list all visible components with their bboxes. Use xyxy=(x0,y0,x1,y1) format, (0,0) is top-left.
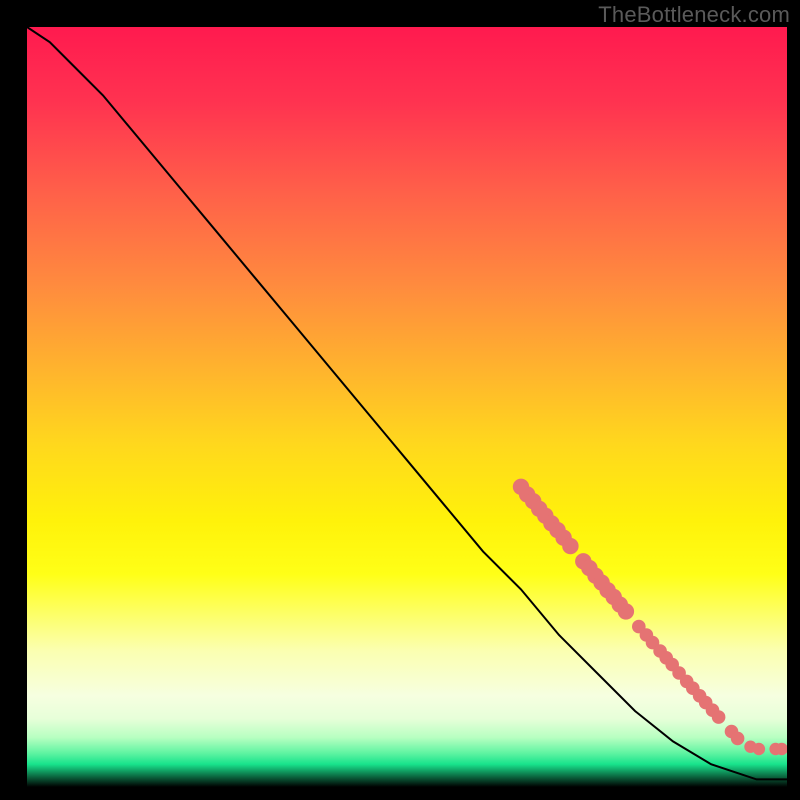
chart-plot xyxy=(27,27,787,787)
chart-svg xyxy=(27,27,787,787)
watermark-text: TheBottleneck.com xyxy=(598,2,790,28)
data-marker xyxy=(712,710,726,724)
data-marker xyxy=(618,603,634,619)
data-marker xyxy=(562,538,578,554)
stage: TheBottleneck.com xyxy=(0,0,800,800)
data-marker xyxy=(753,743,765,755)
data-marker xyxy=(731,732,745,746)
